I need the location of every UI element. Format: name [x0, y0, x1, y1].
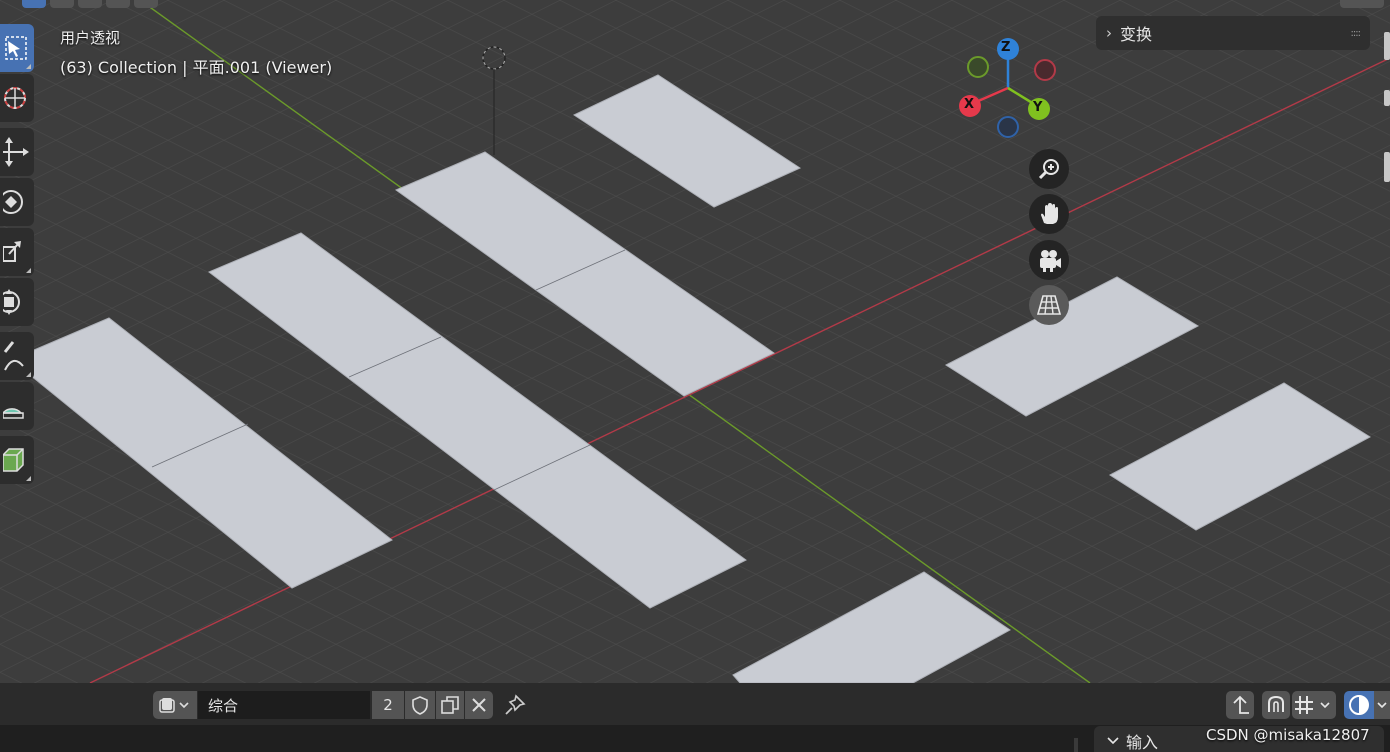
action-name-field[interactable]: 综合 [198, 691, 370, 719]
snap-up-button[interactable] [1226, 691, 1254, 719]
grid-perspective-icon [1036, 295, 1062, 315]
gizmo-x-label: X [964, 97, 975, 112]
input-panel-label: 输入 [1126, 733, 1159, 752]
watermark-text: CSDN @misaka12807 [1206, 726, 1370, 744]
hand-icon [1041, 203, 1058, 224]
cursor-tool[interactable] [0, 74, 34, 122]
overlay-toggle-button[interactable] [1344, 691, 1374, 719]
mode-button[interactable] [106, 0, 130, 8]
sidebar-tab[interactable] [1384, 152, 1390, 182]
duplicate-action-button[interactable] [436, 691, 464, 719]
measure-icon [3, 408, 24, 419]
sidebar-tabs[interactable] [1384, 24, 1390, 224]
overlay-icon [1349, 695, 1369, 715]
close-icon [472, 698, 486, 712]
sidebar-tab[interactable] [1384, 32, 1390, 60]
rotate-icon [3, 190, 23, 214]
snap-target-dropdown[interactable] [1292, 691, 1336, 719]
cursor-icon [4, 87, 26, 109]
fake-user-button[interactable] [405, 691, 435, 719]
overlay-dropdown[interactable] [1374, 691, 1390, 719]
move-icon [3, 137, 29, 167]
chevron-right-icon: › [1106, 24, 1112, 42]
shield-icon [412, 696, 428, 715]
mode-button[interactable] [134, 0, 158, 8]
3d-viewport[interactable]: 用户透视 (63) Collection | 平面.001 (Viewer) Z… [0, 0, 1390, 683]
magnet-icon [1268, 695, 1284, 712]
chevron-down-icon [1107, 737, 1119, 745]
zoom-icon [1038, 159, 1059, 180]
scale-tool[interactable] [0, 228, 34, 276]
editor-mode-strip [22, 0, 158, 8]
transform-panel-label: 变换 [1120, 25, 1153, 44]
action-icon [159, 698, 189, 713]
area-divider [1074, 738, 1078, 752]
transform-icon [3, 289, 20, 315]
unlink-action-button[interactable] [465, 691, 493, 719]
move-tool[interactable] [0, 128, 34, 176]
action-users-count[interactable]: 2 [372, 691, 404, 719]
select-box-tool[interactable] [0, 24, 34, 72]
annotate-tool[interactable] [0, 332, 34, 380]
view-mode-label: 用户透视 [60, 29, 121, 47]
scene-canvas[interactable] [0, 0, 1390, 683]
sidebar-tab[interactable] [1384, 90, 1390, 106]
proportional-edit-button[interactable] [1262, 691, 1290, 719]
mode-button[interactable] [50, 0, 74, 8]
select-box-icon [5, 36, 27, 60]
scale-icon [3, 241, 21, 262]
rotate-tool[interactable] [0, 178, 34, 226]
add-cube-tool[interactable] [0, 436, 34, 484]
arrow-up-icon [1233, 695, 1249, 714]
gizmo-y-label: Y [1033, 100, 1043, 115]
mode-button[interactable] [78, 0, 102, 8]
transform-tool[interactable] [0, 278, 34, 326]
drag-grip-icon[interactable]: :::: [1351, 28, 1362, 39]
select-mode-button[interactable] [22, 0, 46, 8]
chevron-down-icon [1377, 702, 1387, 709]
camera-view-button[interactable] [1029, 240, 1069, 280]
transform-panel-header[interactable]: › 变换 :::: [1096, 16, 1370, 50]
snap-grid-icon [1295, 696, 1330, 714]
pan-button[interactable] [1029, 194, 1069, 234]
gizmo-z-label: Z [1001, 40, 1011, 55]
pin-icon [505, 694, 526, 715]
top-right-tab[interactable] [1340, 0, 1384, 8]
zoom-button[interactable] [1029, 149, 1069, 189]
tool-shelf [0, 24, 36, 486]
pin-button[interactable] [500, 691, 530, 719]
add-cube-icon [3, 448, 24, 472]
duplicate-icon [441, 696, 459, 714]
measure-tool[interactable] [0, 382, 34, 430]
annotate-icon [3, 341, 24, 371]
action-browse-button[interactable] [153, 691, 197, 719]
object-info-label: (63) Collection | 平面.001 (Viewer) [60, 58, 333, 77]
projection-toggle-button[interactable] [1029, 285, 1069, 325]
camera-icon [1040, 250, 1061, 272]
